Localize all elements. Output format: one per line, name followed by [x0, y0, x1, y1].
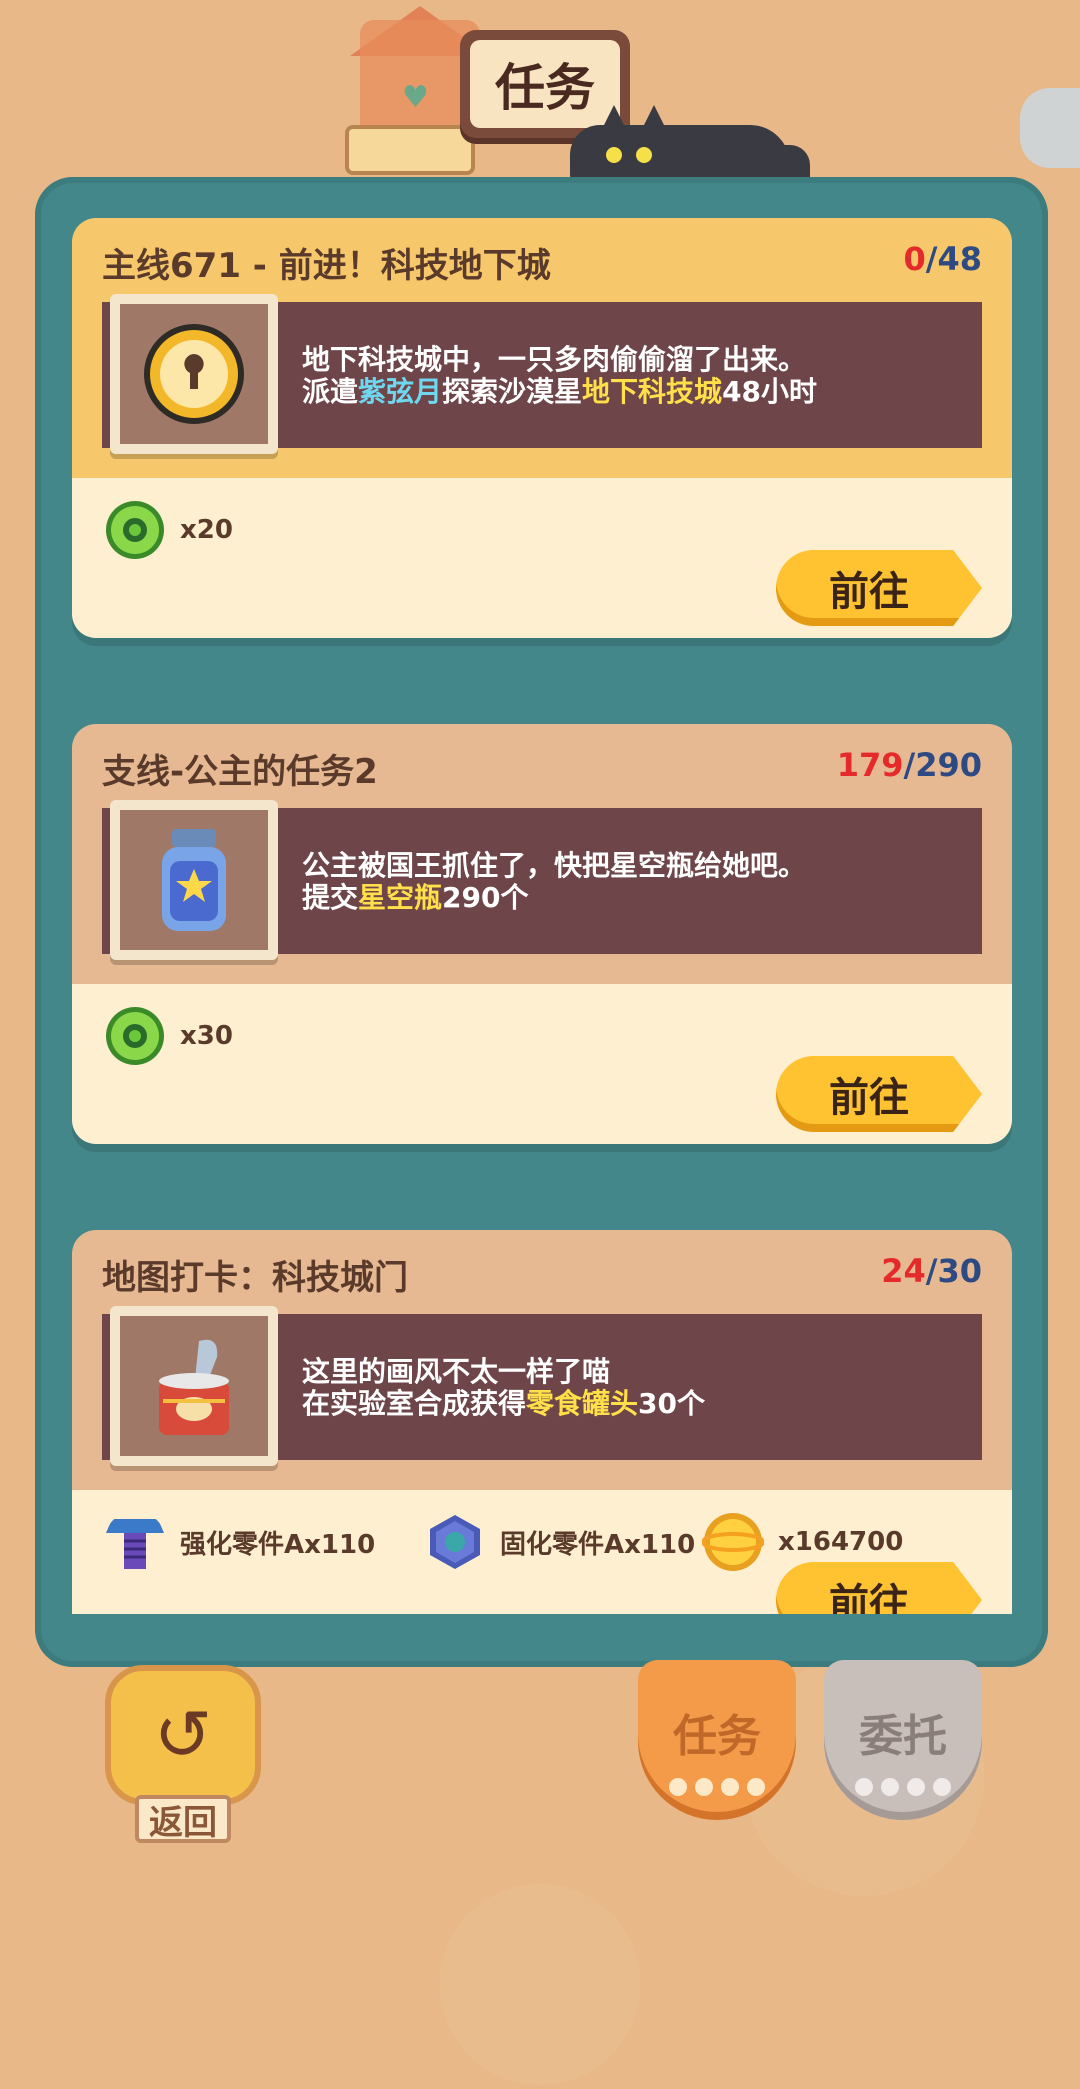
cat-body	[570, 125, 790, 185]
reward-quantity: x30	[180, 1021, 233, 1051]
return-arrow-icon: ↺	[105, 1665, 261, 1805]
quest-card-rewards: 强化零件Ax110 固化零件Ax110 x164700 前往	[72, 1490, 1012, 1614]
desc-highlight: 星空瓶	[358, 881, 443, 914]
tab-commission-label: 委托	[859, 1711, 947, 1762]
quest-card: 地图打卡：科技城门 24/30 这里的画风不太一样了喵 在实验室合成获得零食罐头…	[72, 1230, 1012, 1614]
progress-max: 290	[915, 746, 982, 784]
quest-title: 地图打卡：科技城门	[102, 1258, 408, 1298]
quest-title: 主线671 - 前进！科技地下城	[102, 246, 551, 286]
green-donut-icon	[106, 501, 164, 559]
paw-pads-icon	[669, 1778, 765, 1796]
progress-current: 24	[881, 1252, 926, 1290]
desc-highlight: 紫弦月	[358, 375, 443, 408]
reward-item: x20	[104, 498, 233, 562]
quest-card: 支线-公主的任务2 179/290 公主被国王抓住了，快把星空瓶给她吧。 提交星…	[72, 724, 1012, 1144]
go-button[interactable]: 前往	[776, 550, 982, 626]
desc-text: 探索沙漠星	[442, 375, 583, 408]
reward-quantity: 强化零件Ax110	[180, 1529, 376, 1560]
tab-tasks[interactable]: 任务	[638, 1660, 796, 1820]
back-label: 返回	[135, 1795, 231, 1843]
quest-card: 主线671 - 前进！科技地下城 0/48 地下科技城中，一只多肉偷偷溜了出来。…	[72, 218, 1012, 638]
quest-progress: 24/30	[881, 1252, 982, 1290]
reward-quantity: 固化零件Ax110	[500, 1529, 696, 1560]
progress-separator: /	[925, 240, 938, 278]
side-share-icon[interactable]	[1020, 88, 1080, 168]
description-line: 派遣紫弦月探索沙漠星地下科技城48小时	[302, 370, 817, 410]
quest-icon-frame	[110, 294, 278, 454]
books-icon	[345, 125, 475, 175]
tab-commission[interactable]: 委托	[824, 1660, 982, 1820]
quest-card-rewards: x20 前往	[72, 478, 1012, 638]
description-line: 提交星空瓶290个	[302, 876, 528, 916]
desc-text: 30个	[638, 1387, 705, 1420]
desc-highlight: 零食罐头	[526, 1387, 639, 1420]
quest-card-header: 主线671 - 前进！科技地下城 0/48 地下科技城中，一只多肉偷偷溜了出来。…	[72, 218, 1012, 478]
quest-card-rewards: x30 前往	[72, 984, 1012, 1144]
go-button[interactable]: 前往	[776, 1056, 982, 1132]
quest-progress: 179/290	[837, 746, 982, 784]
desc-text: 在实验室合成获得	[302, 1387, 527, 1420]
quest-list[interactable]: 主线671 - 前进！科技地下城 0/48 地下科技城中，一只多肉偷偷溜了出来。…	[70, 218, 1018, 1614]
desc-highlight: 地下科技城	[582, 375, 723, 408]
heart-icon: ♥	[402, 80, 429, 115]
reward-item: 强化零件Ax110	[104, 1510, 375, 1574]
quest-icon-frame	[110, 800, 278, 960]
reward-item: 固化零件Ax110	[424, 1510, 695, 1574]
green-donut-icon	[106, 1007, 164, 1065]
quest-card-header: 支线-公主的任务2 179/290 公主被国王抓住了，快把星空瓶给她吧。 提交星…	[72, 724, 1012, 984]
star-jar-icon	[162, 829, 226, 931]
quest-card-header: 地图打卡：科技城门 24/30 这里的画风不太一样了喵 在实验室合成获得零食罐头…	[72, 1230, 1012, 1490]
progress-max: 48	[937, 240, 982, 278]
progress-max: 30	[937, 1252, 982, 1290]
snack-can-icon	[159, 1339, 229, 1435]
cat-eye	[636, 147, 652, 163]
reward-quantity: x20	[180, 515, 233, 545]
progress-separator: /	[925, 1252, 938, 1290]
desc-text: 290个	[442, 881, 529, 914]
desc-text: 提交	[302, 881, 359, 914]
hex-nut-icon	[430, 1515, 480, 1569]
quest-icon-frame	[110, 1306, 278, 1466]
blue-bolt-icon	[106, 1519, 164, 1569]
reward-item: x30	[104, 1004, 233, 1068]
description-line: 在实验室合成获得零食罐头30个	[302, 1382, 705, 1422]
quest-progress: 0/48	[904, 240, 982, 278]
progress-current: 0	[903, 240, 926, 278]
go-button[interactable]: 前往	[776, 1562, 982, 1614]
progress-separator: /	[903, 746, 916, 784]
paw-pads-icon	[855, 1778, 951, 1796]
quest-title: 支线-公主的任务2	[102, 752, 378, 792]
progress-current: 179	[836, 746, 904, 784]
reward-quantity: x164700	[778, 1527, 904, 1557]
clock-coin-icon	[144, 324, 244, 424]
desc-text: 48小时	[722, 375, 818, 408]
back-button[interactable]: ↺ 返回	[105, 1665, 261, 1843]
gold-coin-icon	[702, 1513, 764, 1571]
tab-tasks-label: 任务	[673, 1711, 761, 1762]
desc-text: 派遣	[302, 375, 359, 408]
cat-eye	[606, 147, 622, 163]
